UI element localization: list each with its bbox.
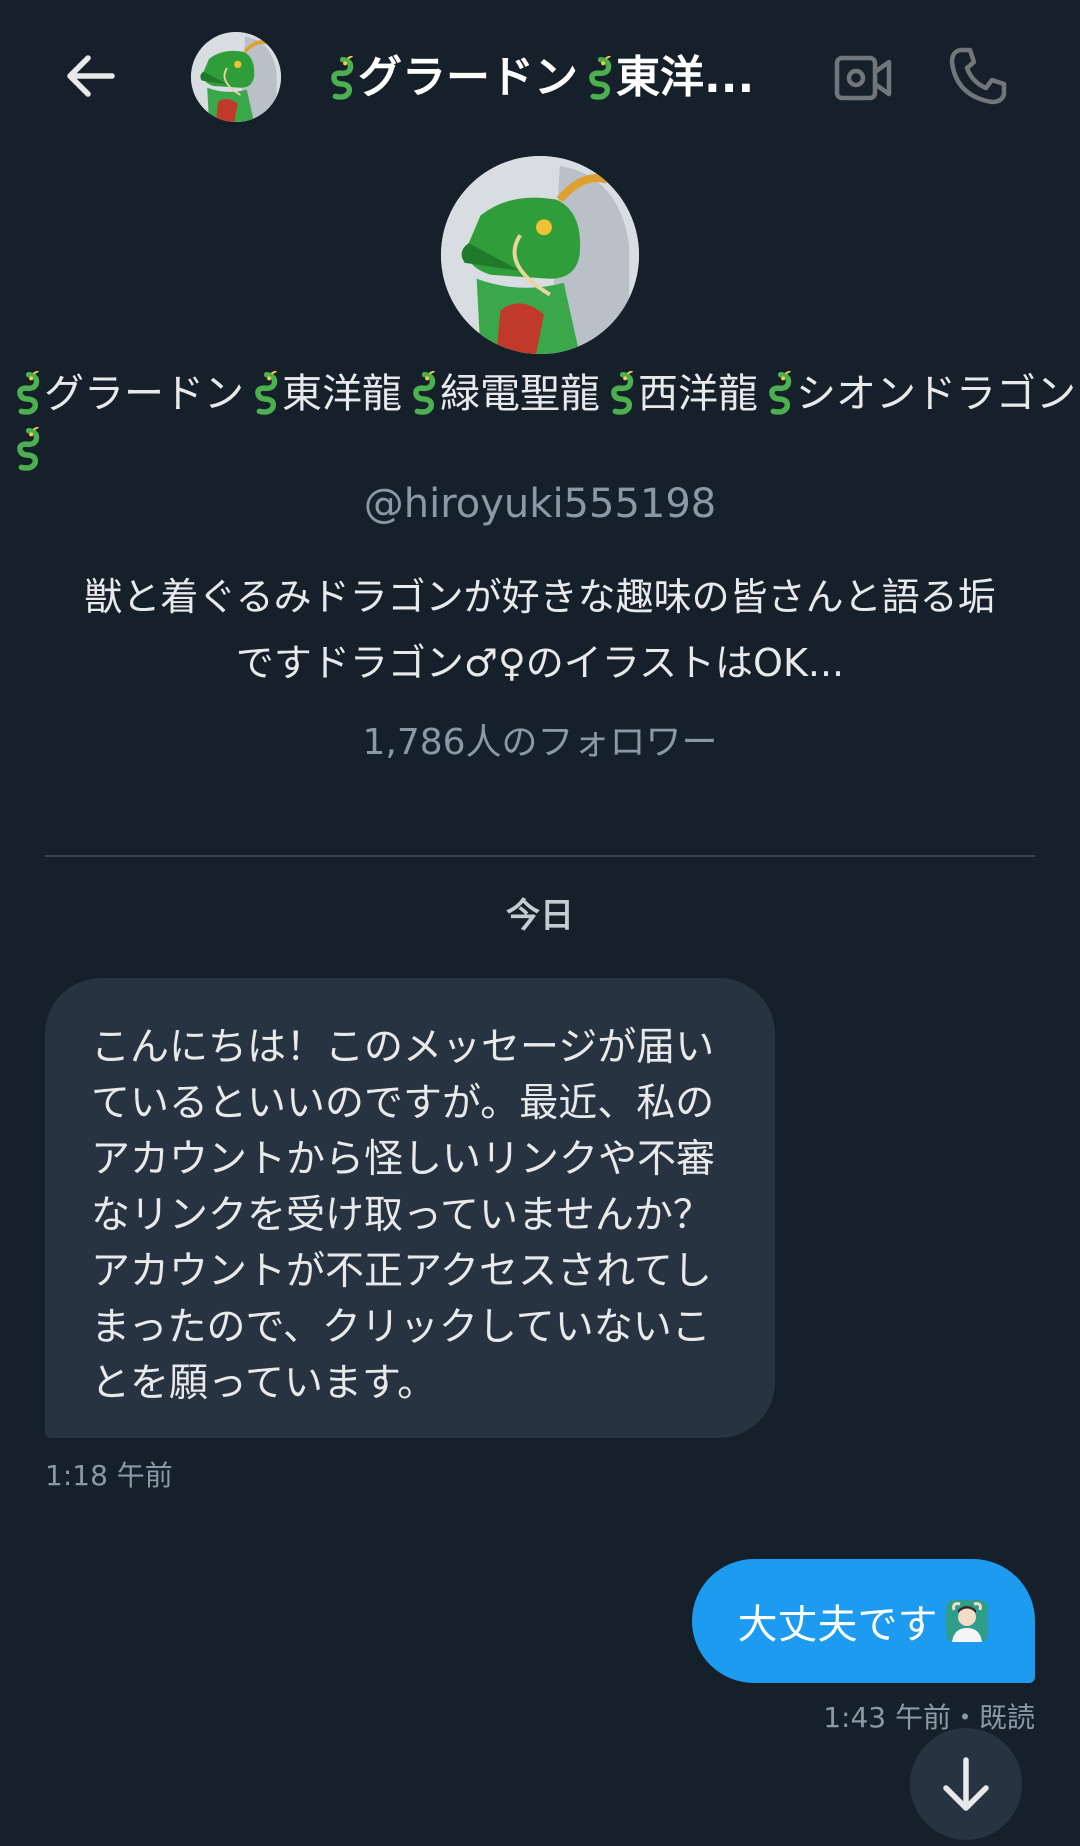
dragon-emoji-icon [320, 56, 358, 100]
outgoing-message-text: 大丈夫です [737, 1602, 938, 1648]
conversation-header: グラードン 東洋... [0, 0, 1080, 155]
follower-count[interactable]: 1,786人のフォロワー [0, 718, 1080, 768]
video-camera-icon [834, 55, 892, 101]
arrow-left-icon [67, 55, 115, 97]
back-button[interactable] [62, 48, 118, 104]
dragon-emoji-icon [578, 56, 616, 100]
header-title[interactable]: グラードン 東洋... [320, 48, 780, 108]
profile-display-name: グラードン 東洋龍 緑電聖龍 西洋龍 シオンドラゴン [0, 366, 1076, 478]
incoming-message-bubble[interactable]: こんにちは！このメッセージが届いているといいのですが。最近、私のアカウントから怪… [45, 978, 775, 1438]
arrow-down-icon [943, 1757, 989, 1811]
dragon-emoji-icon [6, 371, 44, 415]
outgoing-message-bubble[interactable]: 大丈夫です [692, 1559, 1035, 1683]
incoming-message-time: 1:18 午前 [45, 1459, 173, 1492]
dragon-emoji-icon [758, 371, 796, 415]
divider [45, 855, 1035, 857]
date-separator: 今日 [506, 896, 574, 936]
dragon-emoji-icon [600, 371, 638, 415]
voice-call-button[interactable] [946, 44, 1010, 108]
header-avatar[interactable] [191, 32, 281, 122]
dragon-emoji-icon [402, 371, 440, 415]
profile-bio: 獣と着ぐるみドラゴンが好きな趣味の皆さんと語る垢ですドラゴン♂♀のイラストはOK… [84, 575, 996, 685]
dragon-emoji-icon [244, 371, 282, 415]
dragon-emoji-icon [6, 427, 44, 471]
incoming-message-text: こんにちは！このメッセージが届いているといいのですが。最近、私のアカウントから怪… [91, 1025, 716, 1406]
video-call-button[interactable] [833, 50, 893, 106]
person-gesturing-ok-icon [944, 1598, 990, 1644]
scroll-to-bottom-button[interactable] [910, 1728, 1022, 1840]
phone-icon [949, 47, 1007, 105]
profile-handle[interactable]: @hiroyuki555198 [0, 478, 1080, 530]
profile-avatar[interactable] [441, 156, 639, 354]
